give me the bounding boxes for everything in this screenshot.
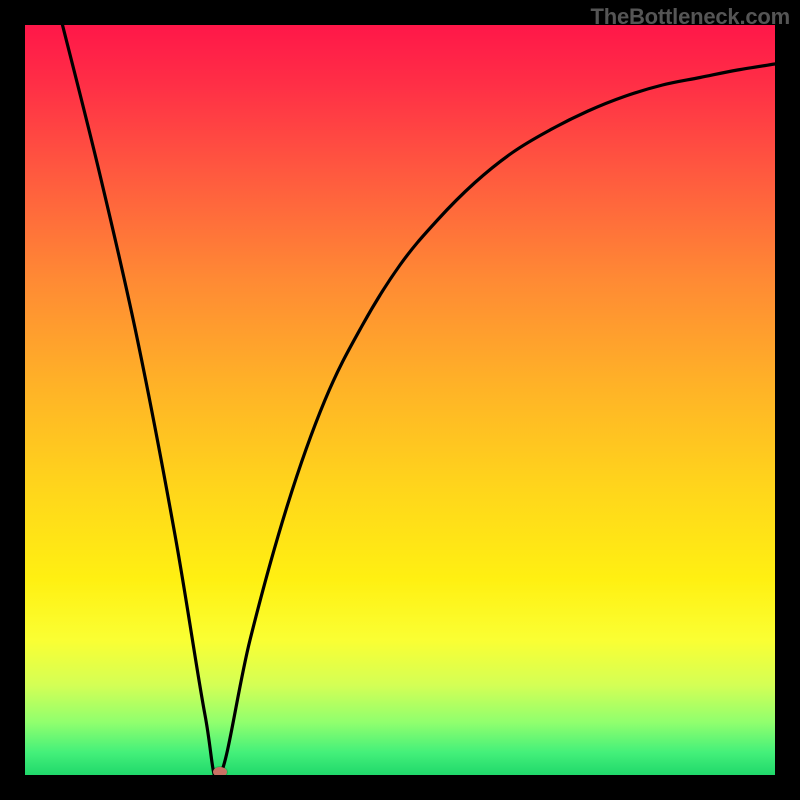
plot-area [25, 25, 775, 775]
attribution-text: TheBottleneck.com [590, 4, 790, 30]
chart-frame: TheBottleneck.com [0, 0, 800, 800]
bottleneck-curve [25, 25, 775, 775]
minimum-marker [213, 767, 227, 775]
